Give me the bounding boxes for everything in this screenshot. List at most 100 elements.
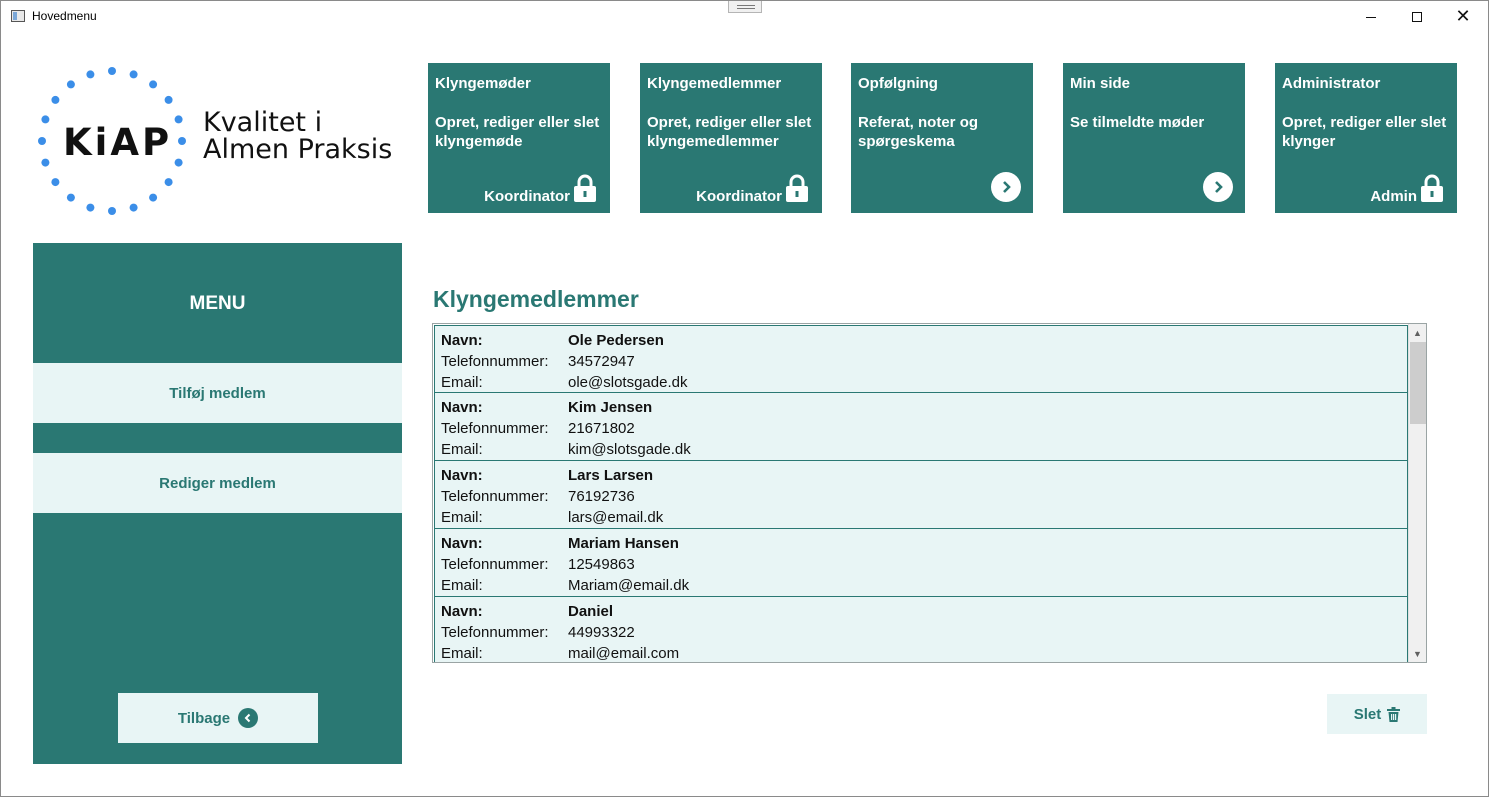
maximize-button[interactable] [1394, 1, 1440, 33]
logo-dot [129, 70, 138, 79]
add-member-button[interactable]: Tilføj medlem [33, 363, 402, 423]
trash-icon [1387, 706, 1401, 722]
list-item[interactable]: Navn: Kim Jensen Telefonnummer: 21671802… [434, 393, 1408, 461]
list-item[interactable]: Navn: Daniel Telefonnummer: 44993322 Ema… [434, 597, 1408, 662]
logo-dot [86, 203, 95, 212]
member-name: Daniel [568, 603, 614, 620]
maximize-icon [1412, 12, 1422, 22]
back-button[interactable]: Tilbage [118, 693, 318, 743]
member-email: lars@email.dk [568, 509, 664, 526]
kiap-logo: KiAP Kvalitet i Almen Praksis [35, 61, 395, 216]
title-bar: Hovedmenu ✕ [1, 1, 1488, 33]
logo-dot [66, 80, 75, 89]
phone-label: Telefonnummer: [441, 353, 549, 370]
tile-title: Administrator [1282, 75, 1381, 92]
tile-klyngemedlemmer[interactable]: Klyngemedlemmer Opret, rediger eller sle… [640, 63, 822, 213]
page-title: Klyngemedlemmer [433, 286, 639, 312]
logo-dot [108, 67, 116, 75]
logo-dot [129, 203, 138, 212]
members-list[interactable]: Navn: Ole Pedersen Telefonnummer: 345729… [432, 323, 1427, 663]
tile-title: Min side [1070, 75, 1131, 92]
logo-tagline: Kvalitet i Almen Praksis [203, 109, 392, 163]
logo-dot [38, 137, 46, 145]
member-phone: 76192736 [568, 488, 635, 505]
tile-administrator[interactable]: Administrator Opret, rediger eller slet … [1275, 63, 1457, 213]
tile-description: Se tilmeldte møder [1070, 114, 1205, 131]
logo-dot [41, 158, 50, 167]
member-name: Mariam Hansen [568, 535, 679, 552]
member-email: mail@email.com [568, 645, 680, 662]
phone-label: Telefonnummer: [441, 488, 549, 505]
phone-label: Telefonnummer: [441, 420, 549, 437]
back-button-label: Tilbage [177, 709, 231, 727]
logo-dot [66, 193, 75, 202]
phone-label: Telefonnummer: [441, 624, 549, 641]
member-name: Lars Larsen [568, 467, 654, 484]
sidebar-menu: MENU Tilføj medlem Rediger medlem Tilbag… [33, 243, 402, 764]
logo-tagline-line2: Almen Praksis [203, 134, 393, 165]
tile-description: Opret, rediger eller slet klyngemedlemme… [647, 114, 812, 150]
member-email: ole@slotsgade.dk [568, 374, 688, 391]
logo-dot [164, 178, 173, 187]
email-label: Email: [441, 374, 483, 391]
arrow-right-icon[interactable] [991, 172, 1021, 202]
arrow-right-icon[interactable] [1203, 172, 1233, 202]
member-phone: 44993322 [568, 624, 635, 641]
close-button[interactable]: ✕ [1440, 1, 1486, 33]
name-label: Navn: [441, 535, 483, 552]
tile-title: Klyngemedlemmer [647, 75, 782, 92]
phone-label: Telefonnummer: [441, 556, 549, 573]
logo-dot [51, 95, 60, 104]
delete-button-label: Slet [1353, 705, 1382, 723]
email-label: Email: [441, 577, 483, 594]
logo-dot [41, 115, 50, 124]
member-name: Ole Pedersen [568, 332, 664, 349]
vertical-scrollbar[interactable]: ▲ ▼ [1408, 324, 1426, 662]
edit-member-button[interactable]: Rediger medlem [33, 453, 402, 513]
logo-tagline-line1: Kvalitet i [203, 107, 323, 138]
tile-title: Klyngemøder [435, 75, 531, 92]
logo-dot [51, 178, 60, 187]
tile-opfoelgning[interactable]: Opfølgning Referat, noter og spørgeskema [851, 63, 1033, 213]
members-rows: Navn: Ole Pedersen Telefonnummer: 345729… [434, 325, 1408, 662]
name-label: Navn: [441, 467, 483, 484]
logo-dot [174, 115, 183, 124]
tile-min-side[interactable]: Min side Se tilmeldte møder [1063, 63, 1245, 213]
tile-description: Opret, rediger eller slet klynger [1282, 114, 1447, 150]
tile-description: Opret, rediger eller slet klyngemøde [435, 114, 600, 150]
member-phone: 34572947 [568, 353, 635, 370]
close-icon: ✕ [1455, 6, 1471, 27]
email-label: Email: [441, 509, 483, 526]
member-phone: 21671802 [568, 420, 635, 437]
scroll-down-icon[interactable]: ▼ [1409, 645, 1426, 662]
arrow-left-icon [238, 708, 259, 728]
logo-dot [174, 158, 183, 167]
app-icon [11, 10, 25, 22]
minimize-icon [1366, 16, 1376, 18]
delete-button[interactable]: Slet [1327, 694, 1427, 734]
scroll-up-icon[interactable]: ▲ [1409, 324, 1426, 341]
list-item[interactable]: Navn: Mariam Hansen Telefonnummer: 12549… [434, 529, 1408, 597]
tile-title: Opfølgning [858, 75, 938, 92]
logo-dot [178, 137, 186, 145]
tile-role: Koordinator [696, 188, 782, 205]
name-label: Navn: [441, 603, 483, 620]
logo-dot [164, 95, 173, 104]
logo-mark: KiAP [63, 121, 173, 164]
tile-role: Koordinator [484, 188, 570, 205]
list-item[interactable]: Navn: Ole Pedersen Telefonnummer: 345729… [434, 325, 1408, 393]
tile-klyngemoeder[interactable]: Klyngemøder Opret, rediger eller slet kl… [428, 63, 610, 213]
member-name: Kim Jensen [568, 399, 653, 416]
drag-grip-icon[interactable] [728, 1, 762, 13]
tile-role: Admin [1370, 188, 1417, 205]
list-item[interactable]: Navn: Lars Larsen Telefonnummer: 7619273… [434, 461, 1408, 529]
logo-dot [149, 193, 158, 202]
lock-icon [574, 174, 596, 202]
minimize-button[interactable] [1348, 1, 1394, 33]
name-label: Navn: [441, 332, 483, 349]
lock-icon [1421, 174, 1443, 202]
logo-dot [86, 70, 95, 79]
member-phone: 12549863 [568, 556, 635, 573]
scrollbar-thumb[interactable] [1410, 342, 1426, 424]
logo-dot [149, 80, 158, 89]
